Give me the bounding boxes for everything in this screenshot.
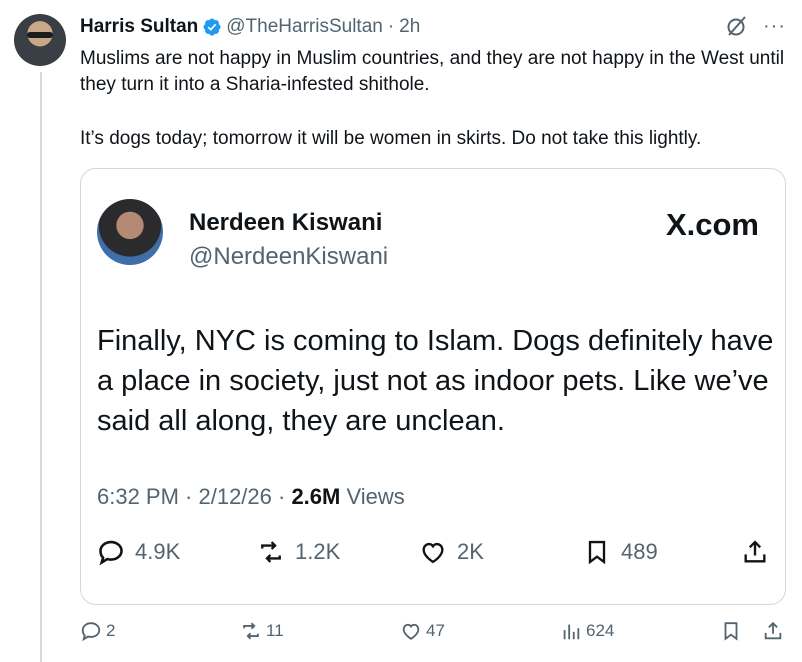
author-name[interactable]: Harris Sultan <box>80 16 198 38</box>
quoted-repost-count: 1.2K <box>295 539 341 564</box>
quoted-bookmark-stat: 489 <box>583 538 658 566</box>
post-action-bar: 2 11 47 624 <box>80 620 790 650</box>
bookmark-icon <box>724 622 738 641</box>
quoted-timestamp: 6:32 PM · 2/12/26 · <box>97 484 292 509</box>
quoted-author-name: Nerdeen Kiswani <box>189 209 383 236</box>
share-button[interactable] <box>762 620 784 642</box>
bookmark-icon <box>588 540 606 565</box>
more-icon[interactable]: ··· <box>763 15 786 38</box>
repost-button[interactable]: 11 <box>240 620 284 642</box>
repost-count: 11 <box>266 621 284 640</box>
verified-badge-icon <box>203 18 221 36</box>
reply-icon <box>99 540 123 566</box>
author-avatar[interactable] <box>14 14 66 66</box>
quoted-author-avatar <box>97 199 163 265</box>
quoted-action-bar: 4.9K 1.2K 2K 489 <box>95 538 775 568</box>
quoted-post-meta: 6:32 PM · 2/12/26 · 2.6M Views <box>97 484 405 510</box>
quoted-author-handle: @NerdeenKiswani <box>189 243 389 270</box>
post-top-actions: ··· <box>725 14 786 38</box>
quoted-post-text: Finally, NYC is coming to Islam. Dogs de… <box>97 325 774 437</box>
separator-dot: · <box>387 16 395 37</box>
like-button[interactable]: 47 <box>400 620 445 642</box>
post-text-paragraph: It’s dogs today; tomorrow it will be wom… <box>80 128 702 149</box>
quoted-post-card[interactable]: Nerdeen Kiswani @NerdeenKiswani X.com Fi… <box>80 168 786 605</box>
repost-icon <box>261 541 281 563</box>
reply-count: 2 <box>106 621 116 640</box>
like-icon <box>422 542 444 564</box>
bookmark-button[interactable] <box>720 620 742 642</box>
thread-line <box>40 72 42 662</box>
post-text-paragraph: Muslims are not happy in Muslim countrie… <box>80 48 785 95</box>
quoted-like-stat: 2K <box>419 538 484 566</box>
like-icon <box>402 623 420 640</box>
quoted-bookmark-count: 489 <box>621 539 658 564</box>
reply-icon <box>81 622 101 642</box>
like-count: 47 <box>426 621 445 640</box>
x-brand-logo: X.com <box>665 207 759 242</box>
reply-button[interactable]: 2 <box>80 620 115 642</box>
post-header: Harris Sultan @TheHarrisSultan · 2h <box>80 14 420 40</box>
share-icon <box>744 540 766 563</box>
views-count: 624 <box>586 621 615 640</box>
quoted-views-count: 2.6M <box>291 484 341 509</box>
quoted-reply-count: 4.9K <box>135 539 181 564</box>
repost-icon <box>243 622 259 640</box>
author-handle[interactable]: @TheHarrisSultan <box>226 16 383 38</box>
quoted-reply-stat: 4.9K <box>97 538 180 566</box>
quoted-repost-stat: 1.2K <box>257 538 340 566</box>
quoted-like-count: 2K <box>457 539 484 564</box>
grok-icon[interactable] <box>725 14 749 38</box>
quoted-views-label: Views <box>340 484 405 509</box>
views-button[interactable]: 624 <box>560 620 614 642</box>
share-icon <box>764 621 782 640</box>
quoted-share-stat <box>741 538 769 566</box>
post-time[interactable]: 2h <box>399 16 420 38</box>
post-body: Muslims are not happy in Muslim countrie… <box>80 46 790 152</box>
views-icon <box>563 624 580 640</box>
